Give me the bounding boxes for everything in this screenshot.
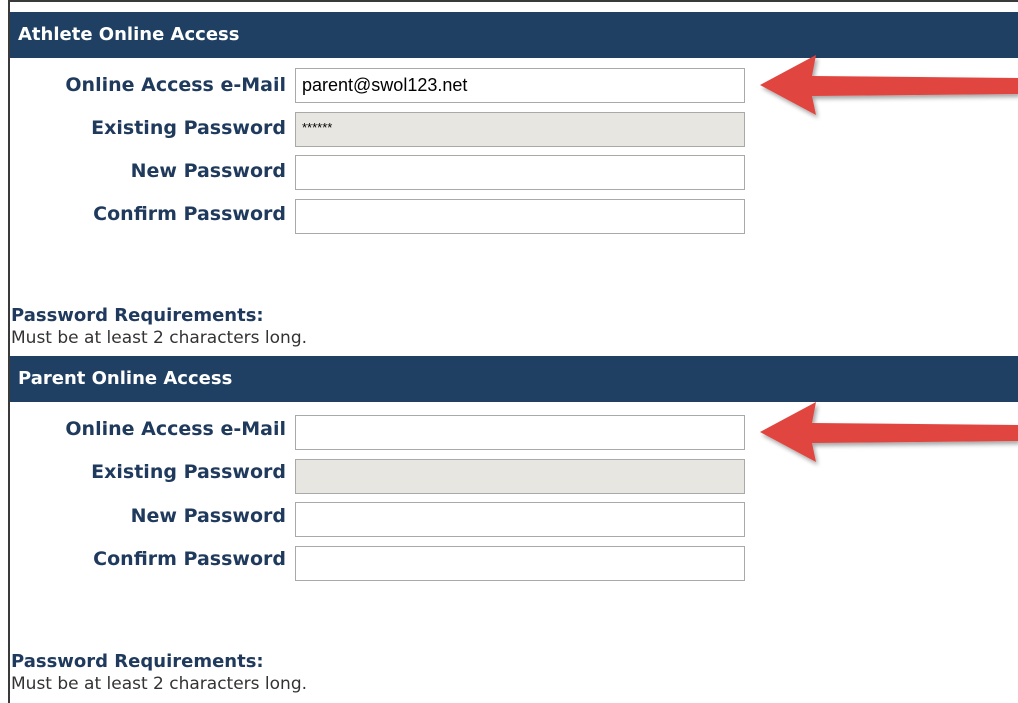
parent-requirements-text: Must be at least 2 characters long.	[11, 674, 308, 694]
athlete-new-password-label: New Password	[130, 160, 286, 182]
parent-existing-password-label: Existing Password	[91, 461, 286, 483]
parent-existing-password-field	[295, 459, 745, 494]
athlete-confirm-password-field[interactable]	[295, 199, 745, 234]
athlete-email-label: Online Access e-Mail	[65, 74, 286, 96]
parent-new-password-label: New Password	[130, 505, 286, 527]
parent-confirm-password-label: Confirm Password	[93, 548, 286, 570]
parent-confirm-password-field[interactable]	[295, 546, 745, 581]
athlete-email-field[interactable]: parent@swol123.net	[295, 68, 745, 103]
athlete-confirm-password-label: Confirm Password	[93, 203, 286, 225]
parent-email-field[interactable]	[295, 415, 745, 450]
parent-new-password-field[interactable]	[295, 502, 745, 537]
athlete-requirements-text: Must be at least 2 characters long.	[11, 328, 308, 348]
left-arrow-icon	[760, 55, 1018, 115]
athlete-requirements-title: Password Requirements:	[11, 305, 264, 326]
parent-email-label: Online Access e-Mail	[65, 418, 286, 440]
parent-requirements-title: Password Requirements:	[11, 651, 264, 672]
athlete-existing-password-label: Existing Password	[91, 117, 286, 139]
left-arrow-icon	[760, 402, 1018, 462]
athlete-new-password-field[interactable]	[295, 155, 745, 190]
athlete-existing-password-field: ******	[295, 112, 745, 147]
